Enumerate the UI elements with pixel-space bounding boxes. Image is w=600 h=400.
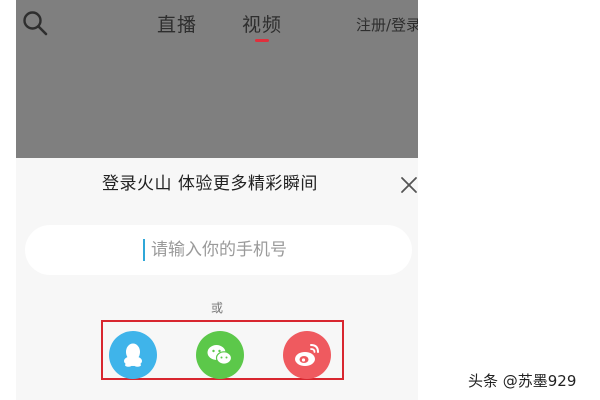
qq-icon — [109, 331, 157, 379]
login-bottom-sheet: 登录火山 体验更多精彩瞬间 或 — [16, 158, 418, 400]
active-tab-indicator — [255, 39, 269, 42]
close-icon[interactable] — [400, 176, 418, 194]
phone-screen: 直播 视频 注册/登录 登录火山 体验更多精彩瞬间 或 — [16, 0, 418, 400]
top-navigation-bar: 直播 视频 注册/登录 — [16, 0, 418, 50]
wechat-login-button[interactable] — [196, 331, 244, 379]
search-icon[interactable] — [22, 10, 48, 36]
sheet-title: 登录火山 体验更多精彩瞬间 — [102, 174, 318, 194]
register-login-link[interactable]: 注册/登录 — [356, 14, 418, 35]
tab-live[interactable]: 直播 — [157, 10, 197, 37]
qq-login-button[interactable] — [109, 331, 157, 379]
tab-video[interactable]: 视频 — [242, 10, 282, 37]
weibo-login-button[interactable] — [283, 331, 331, 379]
watermark-caption: 头条 @苏墨929 — [468, 372, 577, 390]
phone-number-input[interactable] — [25, 225, 412, 275]
or-divider-text: 或 — [210, 301, 223, 315]
weibo-icon — [283, 331, 331, 379]
wechat-icon — [196, 331, 244, 379]
text-caret — [143, 239, 145, 261]
